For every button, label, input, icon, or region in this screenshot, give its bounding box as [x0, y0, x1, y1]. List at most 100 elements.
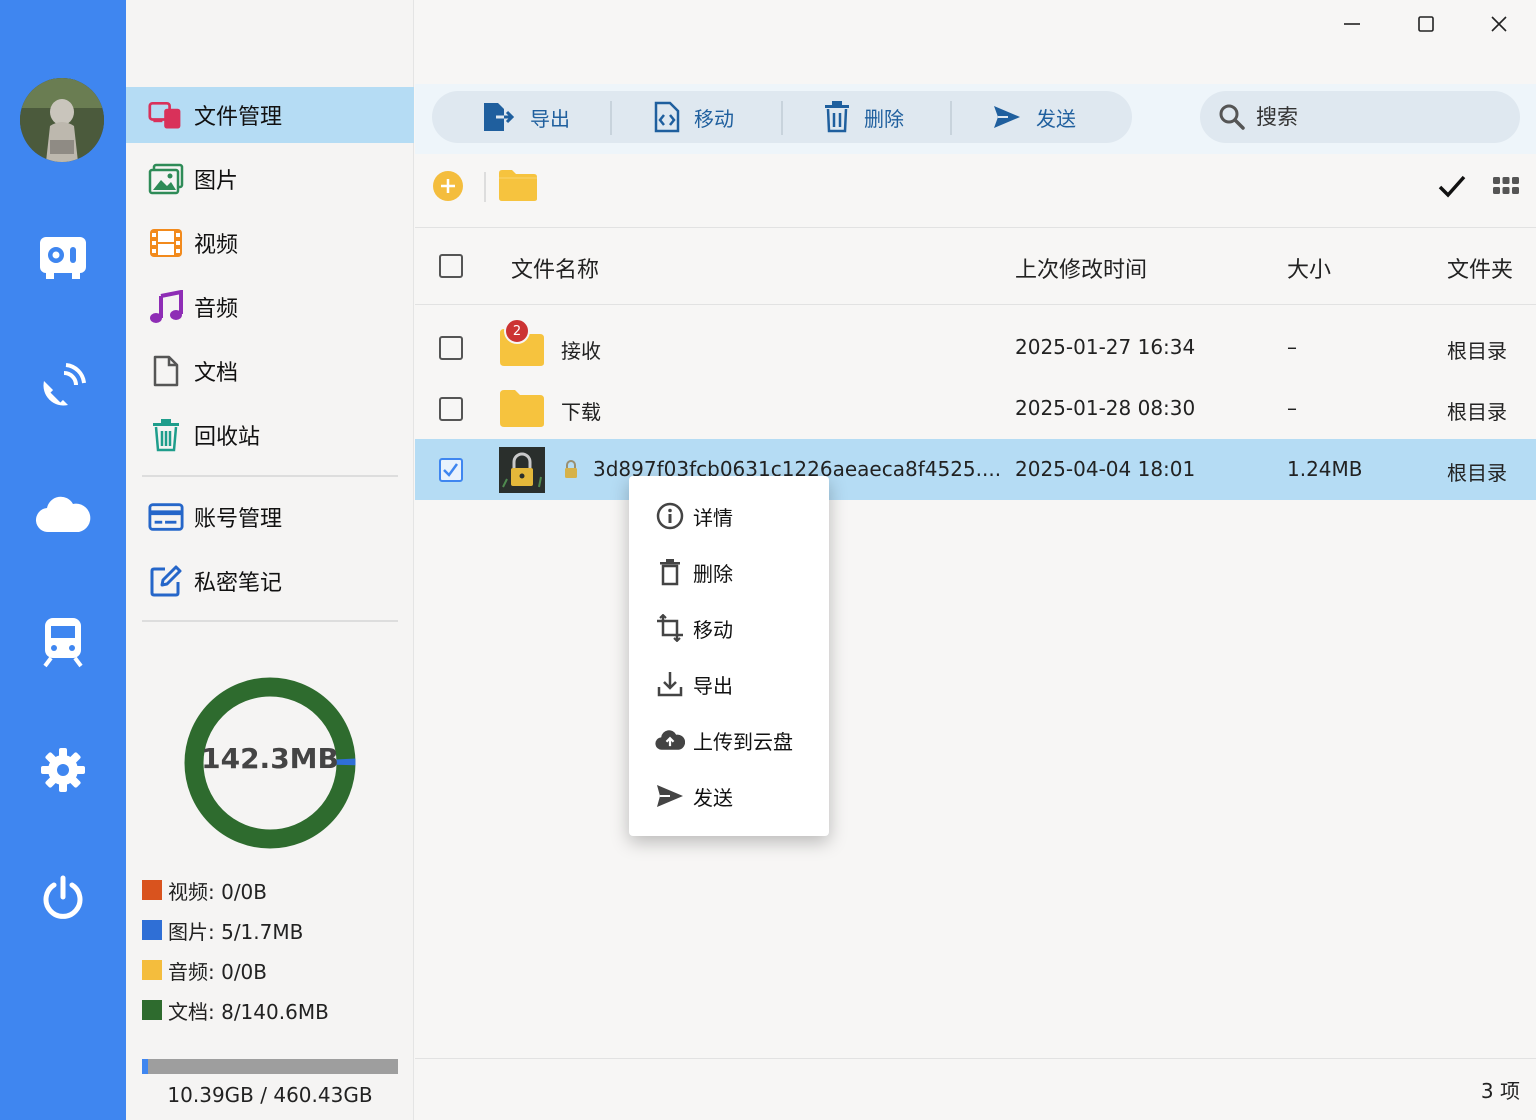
close-icon — [1491, 16, 1507, 32]
rail-safe-button[interactable] — [33, 228, 93, 288]
avatar[interactable] — [20, 78, 104, 162]
sidebar-item-label: 视频 — [194, 233, 239, 258]
table-row-selected[interactable]: 3d897f03fcb0631c1226aeaeca8f4525.... 202… — [415, 439, 1536, 500]
grid-icon — [1493, 177, 1519, 194]
close-button[interactable] — [1481, 8, 1517, 40]
cloud-icon — [35, 496, 91, 533]
menu-item-upload-cloud[interactable]: 上传到云盘 — [629, 712, 829, 768]
row-checkbox[interactable] — [439, 336, 463, 360]
legend-item-image: 图片: 5/1.7MB — [142, 916, 303, 944]
gear-icon — [41, 748, 85, 792]
file-name: 接收 — [561, 339, 601, 363]
row2-separator — [484, 172, 486, 202]
export-button[interactable]: 导出 — [482, 91, 570, 143]
legend-item-video: 视频: 0/0B — [142, 876, 267, 904]
sidebar-item-account-management[interactable]: 账号管理 — [126, 489, 414, 545]
menu-item-label: 移动 — [693, 617, 733, 642]
grid-view-button[interactable] — [1490, 172, 1522, 200]
rail-train-button[interactable] — [33, 612, 93, 672]
menu-item-export[interactable]: 导出 — [629, 656, 829, 712]
sidebar-item-audio[interactable]: 音频 — [126, 279, 414, 335]
card-icon — [148, 499, 184, 535]
storage-used-label: 142.3MB — [201, 742, 339, 775]
row-checkbox[interactable] — [439, 397, 463, 421]
image-icon — [148, 161, 184, 197]
menu-item-details[interactable]: 详情 — [629, 488, 829, 544]
column-header-name[interactable]: 文件名称 — [511, 252, 599, 284]
train-icon — [43, 618, 83, 668]
download-icon — [655, 669, 685, 699]
file-modified: 2025-04-04 18:01 — [1015, 457, 1196, 481]
menu-item-move[interactable]: 移动 — [629, 600, 829, 656]
sidebar-item-images[interactable]: 图片 — [126, 151, 414, 207]
power-icon — [43, 875, 83, 919]
send-label: 发送 — [1036, 106, 1076, 131]
legend-swatch — [142, 1000, 162, 1020]
send-icon — [655, 781, 685, 811]
trash-icon — [655, 557, 685, 587]
satellite-dish-icon — [43, 363, 86, 406]
status-bar: 3 项 — [415, 1058, 1536, 1120]
file-thumbnail — [499, 447, 545, 493]
search-box — [1200, 91, 1520, 143]
legend-label: 视频: 0/0B — [168, 879, 268, 904]
search-icon — [1219, 104, 1245, 130]
film-icon — [148, 225, 184, 261]
legend-swatch — [142, 960, 162, 980]
menu-item-send[interactable]: 发送 — [629, 768, 829, 824]
menu-item-delete[interactable]: 删除 — [629, 544, 829, 600]
safe-icon — [40, 237, 86, 279]
folder-nav-button[interactable] — [498, 168, 538, 202]
sidebar-divider — [142, 475, 398, 477]
disk-usage-fill — [142, 1059, 148, 1074]
menu-item-label: 详情 — [693, 505, 733, 530]
sidebar-item-videos[interactable]: 视频 — [126, 215, 414, 271]
document-icon — [148, 353, 184, 389]
music-icon — [148, 289, 184, 325]
row-checkbox[interactable] — [439, 458, 463, 482]
sidebar-item-label: 回收站 — [194, 425, 261, 450]
file-manager-icon — [148, 97, 184, 133]
edit-note-icon — [148, 563, 184, 599]
sidebar-item-file-manager[interactable]: 文件管理 — [126, 87, 414, 143]
sidebar-item-label: 音频 — [194, 297, 239, 322]
legend-label: 文档: 8/140.6MB — [168, 999, 329, 1024]
minimize-button[interactable] — [1334, 8, 1370, 40]
menu-item-label: 导出 — [693, 673, 733, 698]
rail-cloud-button[interactable] — [33, 484, 93, 544]
file-folder: 根目录 — [1447, 461, 1507, 485]
sidebar-item-label: 账号管理 — [194, 507, 283, 532]
table-row[interactable]: 下载 2025-01-28 08:30 – 根目录 — [415, 378, 1536, 439]
check-icon — [1438, 175, 1466, 198]
rail-transfer-button[interactable] — [33, 356, 93, 416]
code-file-icon — [654, 101, 680, 133]
legend-item-audio: 音频: 0/0B — [142, 956, 267, 984]
rail-power-button[interactable] — [33, 868, 93, 928]
select-all-button[interactable] — [1436, 170, 1468, 202]
sidebar-item-documents[interactable]: 文档 — [126, 343, 414, 399]
send-icon — [992, 104, 1022, 130]
trash-icon — [148, 417, 184, 453]
table-row[interactable]: 2 接收 2025-01-27 16:34 – 根目录 — [415, 317, 1536, 378]
menu-item-label: 发送 — [693, 785, 733, 810]
column-header-size[interactable]: 大小 — [1287, 252, 1331, 284]
delete-button[interactable]: 删除 — [824, 91, 904, 143]
search-input[interactable] — [1256, 105, 1496, 129]
notification-badge: 2 — [504, 318, 530, 344]
move-button[interactable]: 移动 — [654, 91, 734, 143]
legend-label: 音频: 0/0B — [168, 959, 268, 984]
add-button[interactable] — [432, 170, 464, 202]
column-header-modified[interactable]: 上次修改时间 — [1015, 252, 1147, 284]
legend-swatch — [142, 880, 162, 900]
column-header-folder[interactable]: 文件夹 — [1447, 252, 1513, 284]
toolbar-separator — [950, 101, 952, 135]
sidebar-item-recycle-bin[interactable]: 回收站 — [126, 407, 414, 463]
sidebar-item-private-notes[interactable]: 私密笔记 — [126, 553, 414, 609]
file-size: – — [1287, 335, 1297, 359]
maximize-button[interactable] — [1408, 8, 1444, 40]
toolbar-separator — [781, 101, 783, 135]
send-button[interactable]: 发送 — [992, 91, 1076, 143]
rail-settings-button[interactable] — [33, 740, 93, 800]
minimize-icon — [1344, 23, 1360, 25]
select-all-checkbox[interactable] — [439, 254, 463, 278]
